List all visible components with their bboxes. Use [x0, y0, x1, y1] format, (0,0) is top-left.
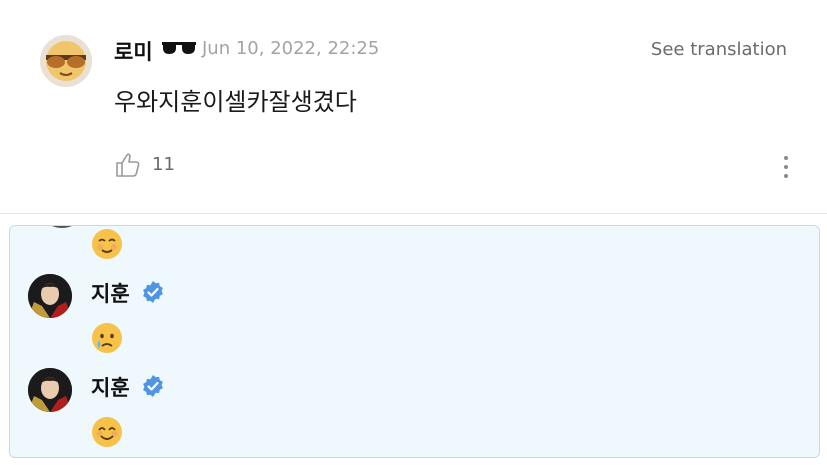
dot	[784, 174, 788, 178]
smiling-face-icon	[92, 229, 122, 259]
dot	[784, 165, 788, 169]
reply-author[interactable]: 지훈	[91, 278, 130, 308]
reply-author[interactable]: 지훈	[91, 372, 130, 402]
avatar[interactable]	[28, 368, 72, 412]
user-avatar-image	[40, 35, 92, 87]
reply-panel: 지훈 지훈	[9, 225, 820, 458]
sunglasses-icon	[162, 42, 196, 54]
comment-text: 우와지훈이셀카잘생겼다	[114, 88, 357, 116]
avatar[interactable]	[40, 35, 92, 87]
smiling-face-icon	[92, 417, 122, 447]
dot	[784, 156, 788, 160]
avatar	[36, 226, 88, 228]
user-avatar-image	[28, 368, 72, 412]
comment: 로미 Jun 10, 2022, 22:25 See translation 우…	[0, 0, 827, 213]
verified-badge-icon	[143, 375, 163, 397]
like-button[interactable]	[114, 150, 144, 180]
crying-face-icon	[92, 323, 122, 353]
like-count: 11	[152, 154, 175, 175]
thumbs-up-icon	[116, 153, 140, 177]
verified-badge-icon	[143, 281, 163, 303]
see-translation-link[interactable]: See translation	[651, 39, 787, 60]
user-avatar-image	[28, 274, 72, 318]
more-options-button[interactable]	[776, 152, 796, 182]
divider	[0, 213, 827, 214]
comment-author[interactable]: 로미	[114, 36, 153, 66]
comment-timestamp: Jun 10, 2022, 22:25	[202, 38, 380, 59]
avatar[interactable]	[28, 274, 72, 318]
